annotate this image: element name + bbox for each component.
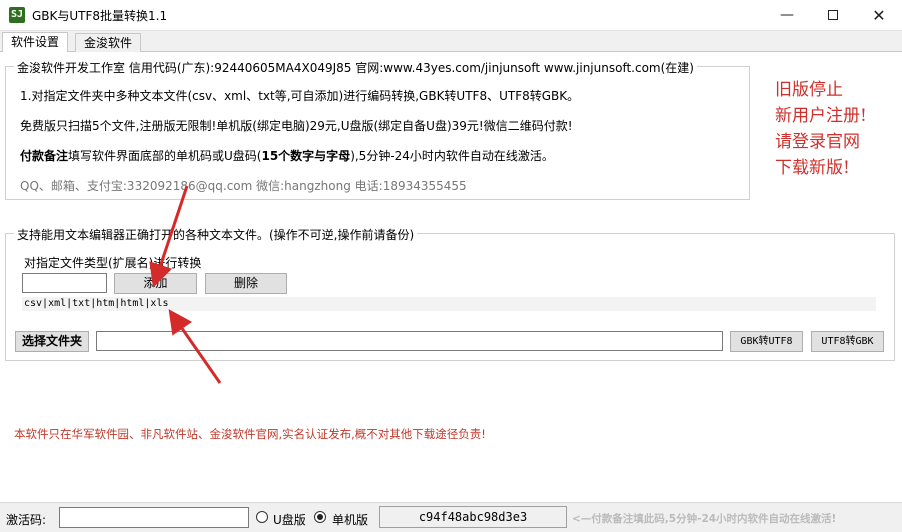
usb-version-label: U盘版 (273, 513, 306, 527)
tab-software-settings[interactable]: 软件设置 (2, 32, 69, 53)
select-folder-button[interactable]: 选择文件夹 (15, 331, 89, 352)
tab-strip: 软件设置 金浚软件 (0, 31, 902, 53)
info-line-2: 免费版只扫描5个文件,注册版无限制!单机版(绑定电脑)29元,U盘版(绑定自备U… (20, 119, 573, 133)
minimize-button[interactable]: — (764, 0, 810, 31)
notice-line: 请登录官网 (775, 132, 860, 152)
tab-jinjun-software[interactable]: 金浚软件 (75, 33, 142, 53)
utf8-to-gbk-button[interactable]: UTF8转GBK (811, 331, 884, 352)
gbk-to-utf8-button[interactable]: GBK转UTF8 (730, 331, 803, 352)
close-button[interactable]: ✕ (856, 0, 902, 31)
delete-button[interactable]: 删除 (205, 273, 287, 294)
info-group: 金浚软件开发工作室 信用代码(广东):92440605MA4X049J85 官网… (5, 59, 750, 200)
info-line-3: 付款备注填写软件界面底部的单机码或U盘码(15个数字与字母),5分钟-24小时内… (20, 147, 554, 164)
title-bar: SJ GBK与UTF8批量转换1.1 — ✕ (0, 0, 902, 31)
extension-input[interactable] (22, 273, 107, 293)
disclaimer-text: 本软件只在华军软件园、非凡软件站、金浚软件官网,实名认证发布,概不对其他下载途径… (14, 427, 486, 441)
activation-code-field[interactable] (59, 507, 249, 528)
maximize-icon (828, 10, 838, 20)
window-title: GBK与UTF8批量转换1.1 (32, 9, 168, 23)
maximize-button[interactable] (810, 0, 856, 31)
payment-note-code-desc: 15个数字与字母 (261, 149, 351, 163)
payment-hint: <—付款备注填此码,5分钟-24小时内软件自动在线激活! (572, 513, 837, 525)
info-line-1: 1.对指定文件夹中多种文本文件(csv、xml、txt等,可自添加)进行编码转换… (20, 89, 580, 103)
payment-note-end: ),5分钟-24小时内软件自动在线激活。 (350, 149, 554, 163)
filetype-label: 对指定文件类型(扩展名)进行转换 (24, 256, 202, 270)
machine-code: c94f48abc98d3e3 (379, 506, 567, 528)
deprecation-notice: 旧版停止 新用户注册! 请登录官网 下载新版! (775, 77, 895, 181)
payment-note-label: 付款备注 (20, 149, 69, 163)
standalone-version-radio[interactable] (314, 511, 326, 523)
extension-list: csv|xml|txt|htm|html|xls (22, 297, 876, 311)
notice-line: 新用户注册! (775, 106, 867, 126)
notice-line: 下载新版! (775, 158, 850, 178)
convert-legend: 支持能用文本编辑器正确打开的各种文本文件。(操作不可逆,操作前请备份) (14, 226, 418, 243)
status-bar: 激活码: U盘版 单机版 c94f48abc98d3e3 <—付款备注填此码,5… (0, 502, 902, 532)
usb-version-radio[interactable] (256, 511, 268, 523)
app-icon: SJ (9, 7, 25, 23)
payment-note-text: 填写软件界面底部的单机码或U盘码( (68, 149, 262, 163)
standalone-version-label: 单机版 (332, 513, 369, 527)
main-panel: 金浚软件开发工作室 信用代码(广东):92440605MA4X049J85 官网… (0, 52, 902, 502)
activation-label: 激活码: (6, 513, 47, 527)
notice-line: 旧版停止 (775, 80, 843, 100)
contact-info: QQ、邮箱、支付宝:332092186@qq.com 微信:hangzhong … (20, 179, 467, 193)
info-legend: 金浚软件开发工作室 信用代码(广东):92440605MA4X049J85 官网… (14, 59, 697, 76)
add-button[interactable]: 添加 (114, 273, 197, 294)
folder-path-field[interactable] (96, 331, 723, 351)
